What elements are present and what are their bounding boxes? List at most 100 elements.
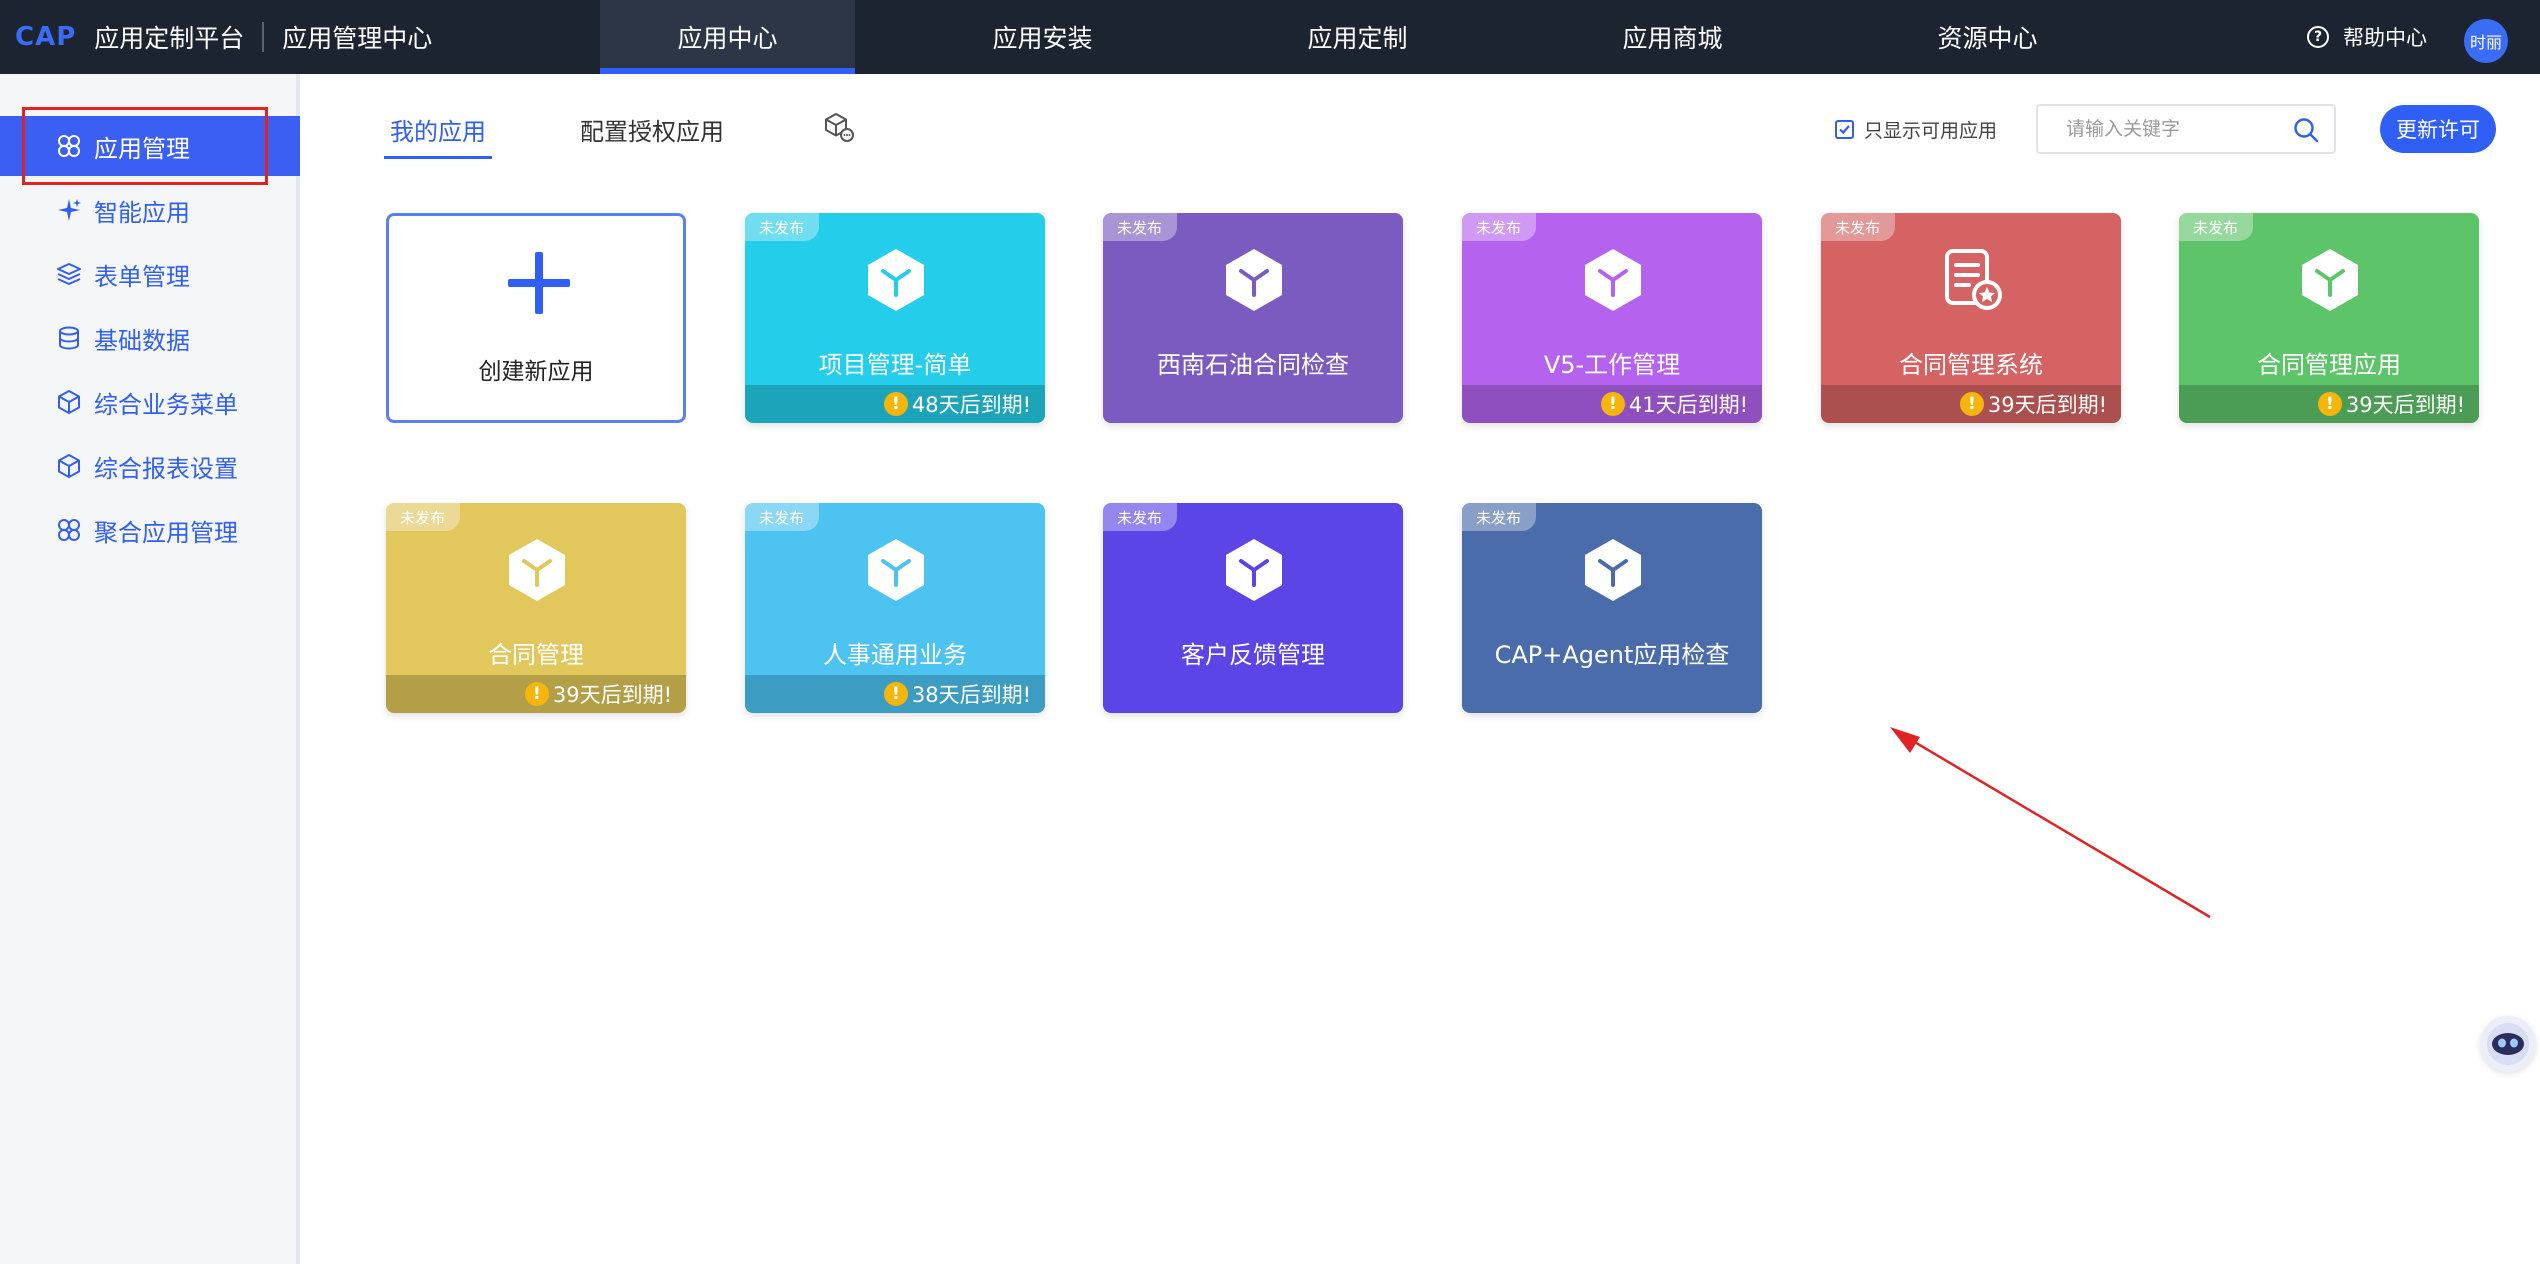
status-badge: 未发布 <box>745 213 819 241</box>
status-badge: 未发布 <box>1103 503 1177 531</box>
cube-outline-icon <box>56 453 82 479</box>
help-label: 帮助中心 <box>2343 26 2427 50</box>
available-only-checkbox[interactable] <box>1835 120 1854 139</box>
sidebar-item-label: 表单管理 <box>94 262 190 291</box>
sidebar-item-report-settings[interactable]: 综合报表设置 <box>0 436 300 496</box>
create-app-card[interactable]: 创建新应用 <box>386 213 686 423</box>
app-name: 合同管理 <box>488 641 584 669</box>
plus-icon <box>508 252 570 314</box>
robot-icon <box>2487 1023 2529 1065</box>
status-badge: 未发布 <box>745 503 819 531</box>
sidebar-item-label: 基础数据 <box>94 326 190 355</box>
cube-icon <box>1582 247 1644 313</box>
sidebar-item-basic-data[interactable]: 基础数据 <box>0 308 300 368</box>
warning-icon: ! <box>883 392 908 416</box>
warning-icon: ! <box>883 682 908 706</box>
app-card[interactable]: 未发布 CAP+Agent应用检查 <box>1462 503 1762 713</box>
app-card[interactable]: 未发布客户反馈管理 <box>1103 503 1403 713</box>
sidebar-item-app-management[interactable]: 应用管理 <box>0 116 300 176</box>
cube-icon <box>2299 247 2361 313</box>
sidebar-item-label: 应用管理 <box>94 134 190 163</box>
search-box <box>2036 104 2336 154</box>
cube-icon <box>1223 537 1285 603</box>
nav-tab-app-store[interactable]: 应用商城 <box>1545 0 1800 74</box>
expiry-text: 38天后到期! <box>911 683 1031 707</box>
status-badge: 未发布 <box>1821 213 1895 241</box>
sidebar-item-label: 综合报表设置 <box>94 454 238 483</box>
status-badge: 未发布 <box>2179 213 2253 241</box>
nav-tab-app-customize[interactable]: 应用定制 <box>1230 0 1485 74</box>
sidebar-item-label: 综合业务菜单 <box>94 390 238 419</box>
cube-icon <box>1582 537 1644 603</box>
cube-settings-icon[interactable] <box>822 111 856 145</box>
sidebar-item-form-management[interactable]: 表单管理 <box>0 244 300 304</box>
sidebar-item-aggregate-apps[interactable]: 聚合应用管理 <box>0 500 300 560</box>
app-name: 项目管理-简单 <box>818 351 972 379</box>
search-icon[interactable] <box>2292 116 2320 144</box>
nav-tab-app-install[interactable]: 应用安装 <box>915 0 1170 74</box>
expiry-text: 39天后到期! <box>1987 393 2107 417</box>
create-app-label: 创建新应用 <box>478 359 594 385</box>
app-name: 合同管理应用 <box>2257 351 2401 379</box>
status-badge: 未发布 <box>386 503 460 531</box>
expiry-bar: ! 39天后到期! <box>2179 385 2479 423</box>
status-badge: 未发布 <box>1462 503 1536 531</box>
sidebar-item-label: 智能应用 <box>94 198 190 227</box>
app-name: 客户反馈管理 <box>1181 641 1325 669</box>
warning-icon: ! <box>524 682 549 706</box>
app-card[interactable]: 未发布 合同管理应用! 39天后到期! <box>2179 213 2479 423</box>
expiry-text: 41天后到期! <box>1628 393 1748 417</box>
expiry-text: 48天后到期! <box>911 393 1031 417</box>
expiry-text: 39天后到期! <box>2345 393 2465 417</box>
nav-tab-app-center[interactable]: 应用中心 <box>600 0 855 74</box>
ai-assistant-button[interactable] <box>2480 1016 2536 1072</box>
sidebar-item-smart-apps[interactable]: 智能应用 <box>0 180 300 240</box>
sidebar-item-business-menu[interactable]: 综合业务菜单 <box>0 372 300 432</box>
filter-label: 只显示可用应用 <box>1864 120 1998 142</box>
brand[interactable]: CAP 应用定制平台 应用管理中心 <box>15 0 432 74</box>
avatar[interactable]: 时丽 <box>2464 19 2508 63</box>
contract-icon <box>1941 247 2003 313</box>
status-badge: 未发布 <box>1462 213 1536 241</box>
warning-icon: ! <box>1600 392 1625 416</box>
nav-tab-resource-center[interactable]: 资源中心 <box>1860 0 2115 74</box>
search-input[interactable] <box>2066 106 2286 152</box>
app-name: 合同管理系统 <box>1899 351 2043 379</box>
app-card[interactable]: 未发布合同管理系统! 39天后到期! <box>1821 213 2121 423</box>
expiry-bar: ! 41天后到期! <box>1462 385 1762 423</box>
cube-outline-icon <box>56 389 82 415</box>
app-name: V5-工作管理 <box>1543 351 1681 379</box>
warning-icon: ! <box>2317 392 2342 416</box>
cube-icon <box>865 247 927 313</box>
status-badge: 未发布 <box>1103 213 1177 241</box>
available-only-filter[interactable]: 只显示可用应用 <box>1835 116 1997 143</box>
help-icon: ? <box>2307 26 2329 48</box>
help-center-link[interactable]: ? 帮助中心 <box>2307 0 2427 74</box>
app-name: 人事通用业务 <box>823 641 967 669</box>
clover-icon <box>56 133 82 159</box>
expiry-bar: ! 48天后到期! <box>745 385 1045 423</box>
brand-logo: CAP <box>15 22 77 52</box>
sidebar-item-label: 聚合应用管理 <box>94 518 238 547</box>
sidebar: 应用管理 智能应用 表单管理 基础数据 综合业务菜单 综合报表设置 聚合应用管理 <box>0 74 300 1264</box>
annotation-arrow <box>1890 727 2211 919</box>
expiry-text: 39天后到期! <box>552 683 672 707</box>
app-card[interactable]: 未发布 项目管理-简单! 48天后到期! <box>745 213 1045 423</box>
update-license-button[interactable]: 更新许可 <box>2380 105 2496 153</box>
clover-icon <box>56 517 82 543</box>
app-name: 西南石油合同检查 <box>1157 351 1349 379</box>
warning-icon: ! <box>1959 392 1984 416</box>
brand-center-name: 应用管理中心 <box>282 24 433 53</box>
app-card[interactable]: 未发布西南石油合同检查 <box>1103 213 1403 423</box>
tab-my-apps[interactable]: 我的应用 <box>384 112 492 159</box>
database-icon <box>56 325 82 351</box>
sparkle-icon <box>56 197 82 223</box>
layers-icon <box>56 261 82 287</box>
tab-authorized-apps[interactable]: 配置授权应用 <box>580 112 724 147</box>
expiry-bar: ! 38天后到期! <box>745 675 1045 713</box>
app-card[interactable]: 未发布 V5-工作管理! 41天后到期! <box>1462 213 1762 423</box>
app-card[interactable]: 未发布 合同管理! 39天后到期! <box>386 503 686 713</box>
expiry-bar: ! 39天后到期! <box>386 675 686 713</box>
app-card[interactable]: 未发布 人事通用业务! 38天后到期! <box>745 503 1045 713</box>
top-navbar: CAP 应用定制平台 应用管理中心 应用中心 应用安装 应用定制 应用商城 资源… <box>0 0 2540 74</box>
